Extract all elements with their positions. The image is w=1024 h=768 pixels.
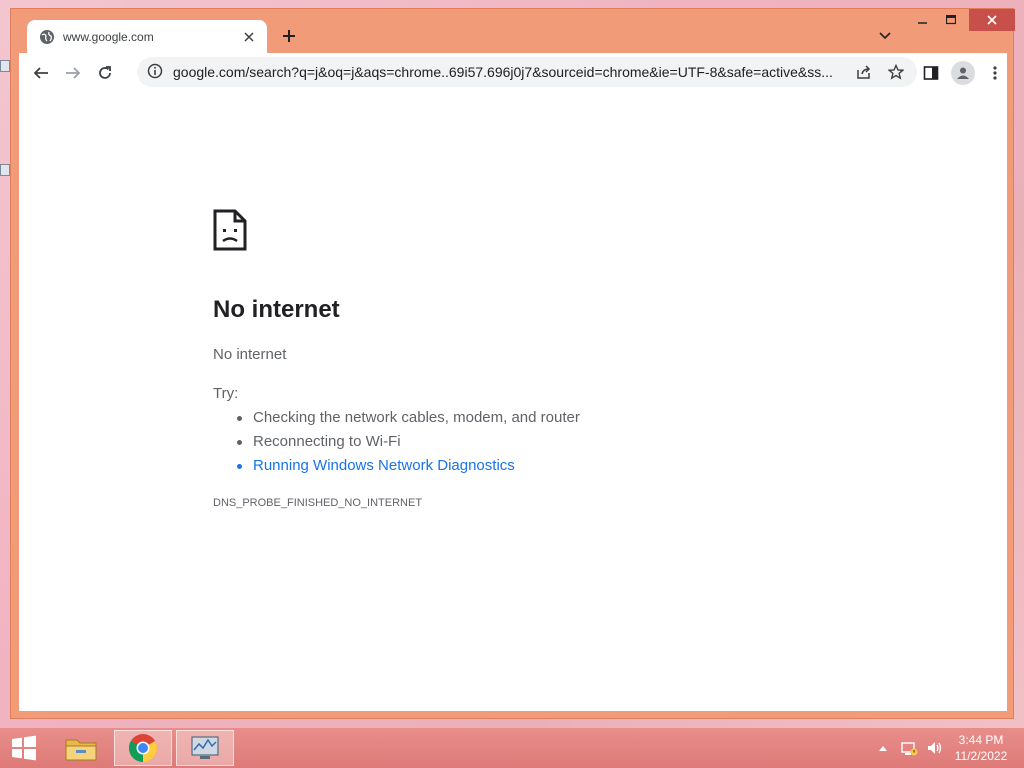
- reload-button[interactable]: [93, 61, 117, 85]
- arrow-left-icon: [33, 67, 48, 79]
- clock-time: 3:44 PM: [958, 733, 1004, 747]
- arrow-right-icon: [66, 67, 81, 79]
- tab-search-button[interactable]: [875, 26, 895, 46]
- suggestion-check-cables: Checking the network cables, modem, and …: [237, 409, 580, 433]
- folder-icon: [65, 739, 97, 761]
- profile-button[interactable]: [951, 61, 975, 85]
- tab-title: www.google.com: [63, 30, 154, 44]
- info-icon[interactable]: [147, 63, 165, 81]
- side-panel-icon: [923, 66, 939, 80]
- maximize-button[interactable]: [939, 9, 963, 31]
- globe-icon: [39, 29, 55, 45]
- taskbar-clock[interactable]: 3:44 PM 11/2/2022: [948, 732, 1014, 764]
- network-diagnostics-link[interactable]: Running Windows Network Diagnostics: [237, 457, 580, 481]
- performance-monitor-icon: [191, 736, 219, 759]
- clock-date: 11/2/2022: [954, 749, 1008, 763]
- address-bar[interactable]: google.com/search?q=j&oq=j&aqs=chrome..6…: [137, 57, 917, 87]
- back-button[interactable]: [29, 61, 53, 85]
- url-text[interactable]: google.com/search?q=j&oq=j&aqs=chrome..6…: [173, 64, 843, 80]
- taskbar: 3:44 PM 11/2/2022: [0, 728, 1024, 768]
- windows-logo-icon: [12, 735, 36, 761]
- share-icon[interactable]: [853, 61, 875, 83]
- browser-window: www.google.com google.com/search?q=j&oq=…: [10, 8, 1015, 719]
- try-label: Try:: [213, 385, 239, 402]
- star-icon[interactable]: [885, 61, 907, 83]
- suggestion-reconnect-wifi: Reconnecting to Wi-Fi: [237, 433, 580, 457]
- title-bar: www.google.com: [11, 9, 1015, 54]
- performance-monitor-taskbar-button[interactable]: [176, 730, 234, 766]
- volume-icon[interactable]: [926, 739, 944, 757]
- side-panel-button[interactable]: [919, 61, 943, 85]
- system-tray: [874, 728, 944, 768]
- sad-document-icon: [213, 209, 247, 251]
- forward-button[interactable]: [61, 61, 85, 85]
- more-vertical-icon: [993, 66, 997, 80]
- browser-tab[interactable]: www.google.com: [27, 20, 267, 54]
- show-hidden-icons-icon[interactable]: [874, 739, 892, 757]
- error-code: DNS_PROBE_FINISHED_NO_INTERNET: [213, 497, 423, 509]
- suggestion-list: Checking the network cables, modem, and …: [237, 409, 580, 481]
- desktop-icon-fragment[interactable]: [0, 164, 10, 176]
- close-window-button[interactable]: [969, 9, 1015, 31]
- chevron-down-icon: [879, 32, 891, 40]
- page-content: No internet No internet Try: Checking th…: [19, 91, 1007, 711]
- reload-icon: [99, 66, 111, 79]
- file-explorer-taskbar-button[interactable]: [52, 730, 110, 766]
- close-tab-icon[interactable]: [241, 29, 257, 45]
- chrome-icon: [129, 734, 157, 762]
- new-tab-button[interactable]: [279, 26, 299, 46]
- start-button[interactable]: [0, 728, 48, 768]
- menu-button[interactable]: [983, 61, 1007, 85]
- desktop-icon-fragment[interactable]: [0, 60, 10, 72]
- minimize-button[interactable]: [911, 9, 935, 31]
- network-icon[interactable]: [900, 739, 918, 757]
- browser-toolbar: google.com/search?q=j&oq=j&aqs=chrome..6…: [19, 53, 1007, 91]
- error-title: No internet: [213, 296, 340, 323]
- error-subtitle: No internet: [213, 346, 287, 363]
- chrome-taskbar-button[interactable]: [114, 730, 172, 766]
- close-icon: [987, 15, 997, 25]
- avatar-icon: [957, 67, 969, 79]
